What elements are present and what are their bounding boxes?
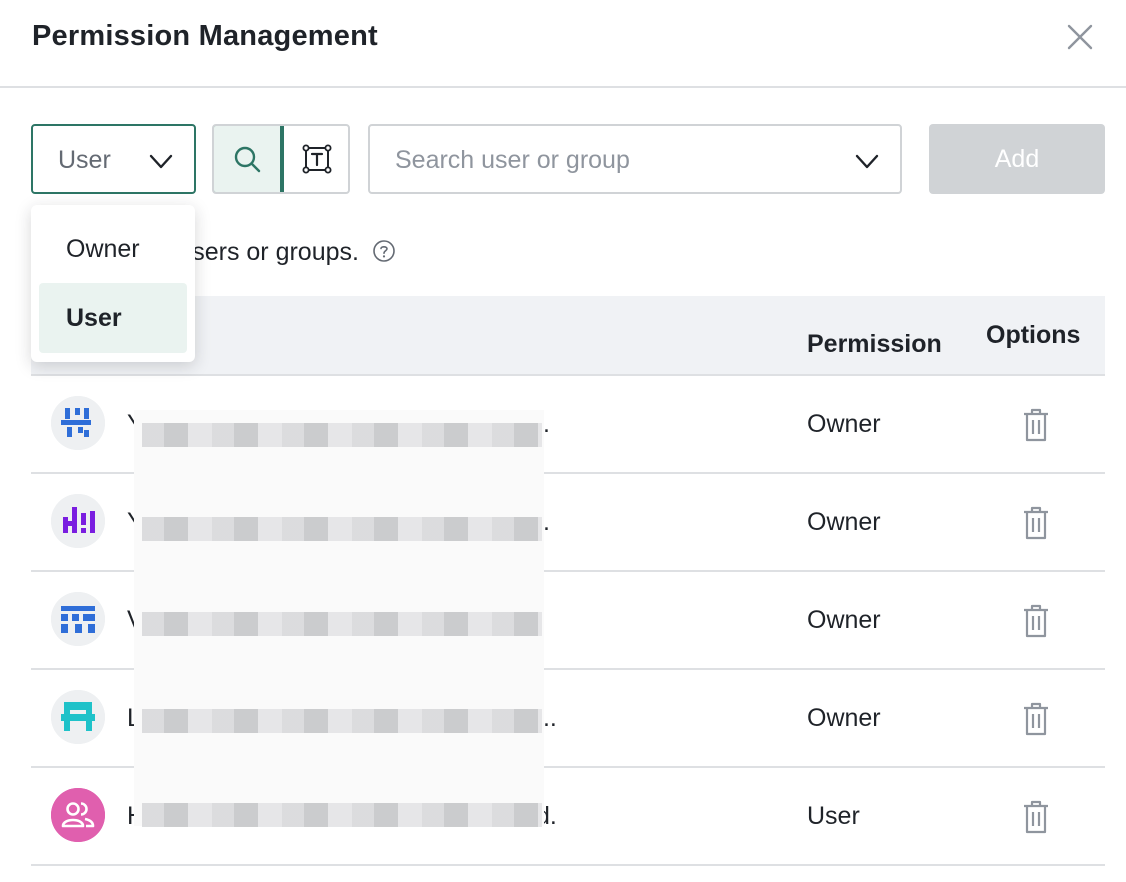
chevron-down-icon <box>855 154 879 169</box>
close-icon[interactable] <box>1062 19 1098 55</box>
chevron-down-icon <box>149 154 173 169</box>
table-row: Y.. Owner <box>31 474 1105 572</box>
role-select[interactable]: User <box>31 124 196 194</box>
table-row: V Owner <box>31 572 1105 670</box>
role-option-owner[interactable]: Owner <box>39 214 187 284</box>
member-name: V <box>127 606 144 634</box>
table-row: Y.. Owner <box>31 376 1105 474</box>
trash-icon[interactable] <box>1021 506 1051 540</box>
search-placeholder: Search user or group <box>395 146 630 174</box>
search-mode-toggle <box>212 124 350 194</box>
table-row: L... Owner <box>31 670 1105 768</box>
member-name: L... <box>127 704 557 732</box>
blue-grid-avatar <box>51 592 105 646</box>
group-avatar <box>51 788 105 842</box>
column-header-permission: Permission <box>807 330 942 358</box>
text-mode-button[interactable] <box>283 126 348 192</box>
member-search-select[interactable]: Search user or group <box>368 124 902 194</box>
search-icon <box>234 146 261 173</box>
permission-value: Owner <box>807 410 881 438</box>
text-box-icon <box>302 144 332 174</box>
permission-value: Owner <box>807 606 881 634</box>
dialog-header: Permission Management <box>0 0 1126 88</box>
member-table: o Permission Options Y.. Owner Y.. Owner <box>31 296 1105 866</box>
member-name: Y.. <box>127 410 550 438</box>
add-button[interactable]: Add <box>929 124 1105 194</box>
help-icon[interactable] <box>372 239 396 263</box>
role-option-user[interactable]: User <box>39 283 187 353</box>
dialog-title: Permission Management <box>32 20 378 52</box>
blue-pixel-avatar <box>51 396 105 450</box>
search-mode-button[interactable] <box>214 126 282 192</box>
column-header-options: Options <box>986 321 1081 349</box>
permission-value: Owner <box>807 704 881 732</box>
trash-icon[interactable] <box>1021 702 1051 736</box>
table-row: Hd. User <box>31 768 1105 866</box>
trash-icon[interactable] <box>1021 800 1051 834</box>
trash-icon[interactable] <box>1021 408 1051 442</box>
role-dropdown-menu: Owner User <box>31 205 195 362</box>
member-name: Y.. <box>127 508 550 536</box>
teal-pixel-avatar <box>51 690 105 744</box>
purple-pixel-avatar <box>51 494 105 548</box>
permission-value: Owner <box>807 508 881 536</box>
member-name: Hd. <box>127 802 557 830</box>
permission-value: User <box>807 802 860 830</box>
role-select-value: User <box>58 146 111 174</box>
trash-icon[interactable] <box>1021 604 1051 638</box>
